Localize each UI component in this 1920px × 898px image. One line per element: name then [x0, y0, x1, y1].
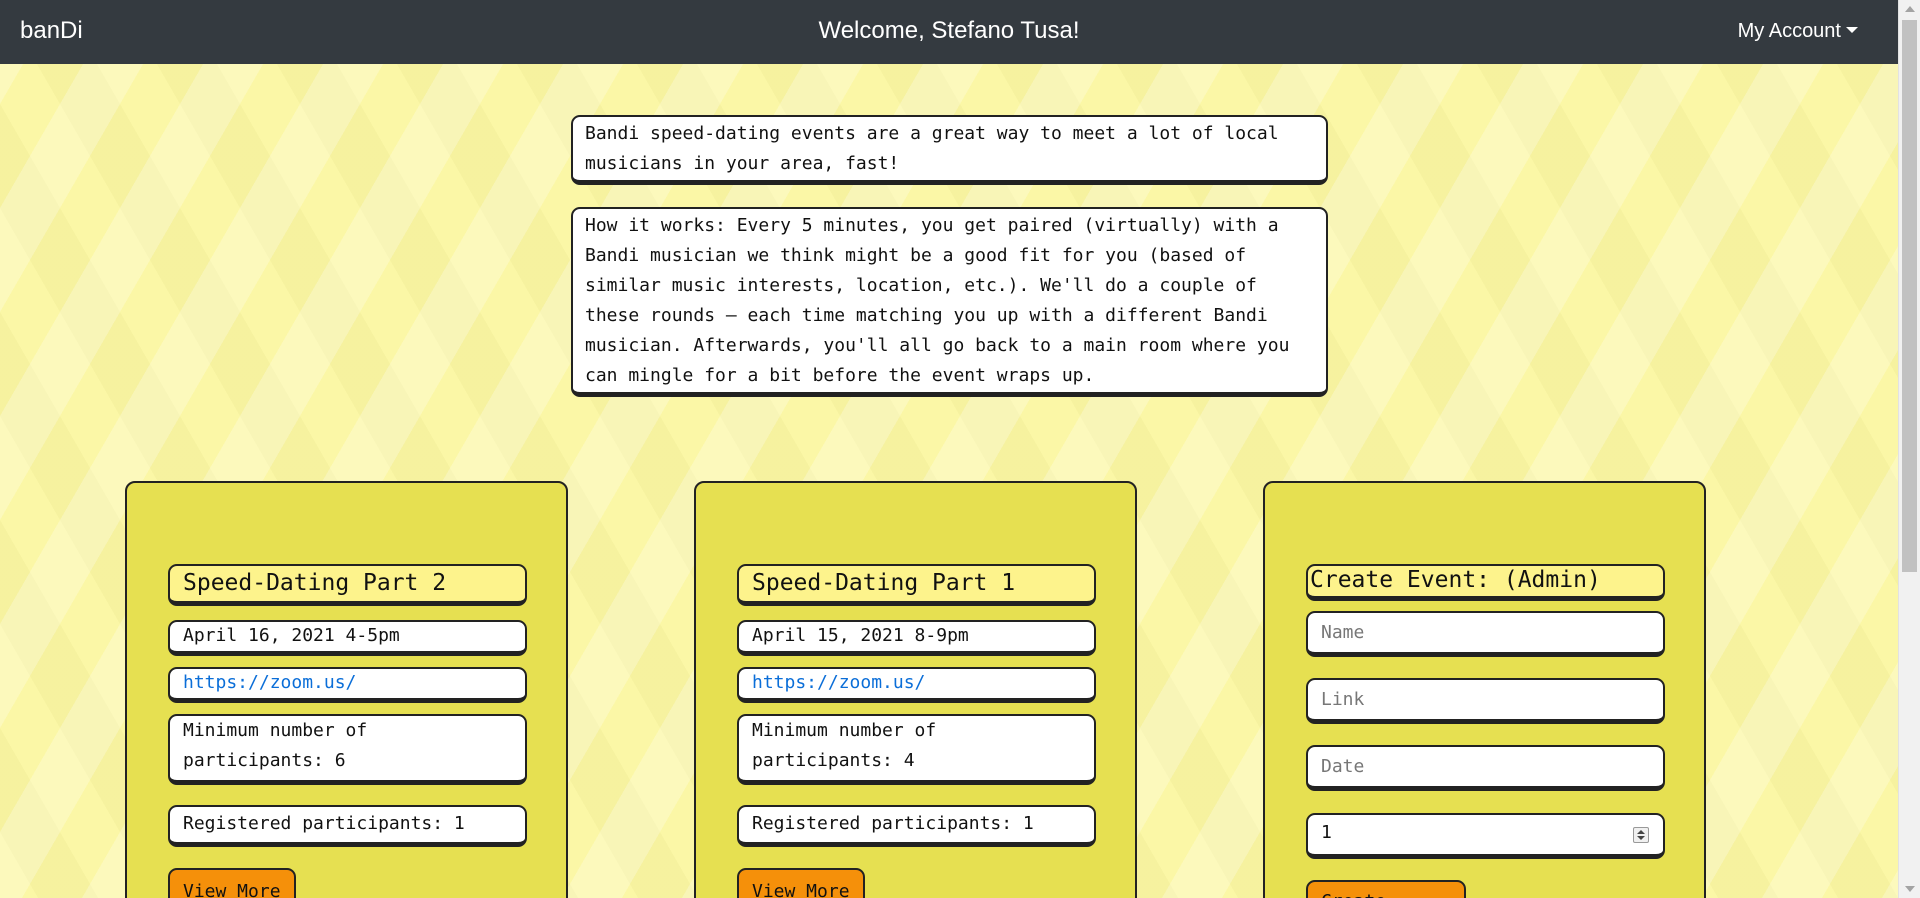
event-title: Speed-Dating Part 2 — [168, 564, 527, 606]
create-event-button[interactable]: Create Event — [1306, 880, 1466, 898]
event-min-participants: Minimum number of participants: 6 — [168, 714, 527, 785]
intro-text-box: Bandi speed-dating events are a great wa… — [571, 115, 1328, 185]
event-link-input[interactable] — [1306, 678, 1665, 724]
number-spinner[interactable] — [1633, 827, 1649, 843]
event-card: Speed-Dating Part 1 April 15, 2021 8-9pm… — [694, 481, 1137, 898]
spin-up-icon[interactable] — [1637, 830, 1645, 834]
event-date: April 16, 2021 4-5pm — [168, 620, 527, 656]
scroll-down-arrow-icon[interactable] — [1905, 886, 1915, 892]
caret-down-icon — [1846, 27, 1858, 33]
min-participants-number-input[interactable]: 1 — [1306, 813, 1665, 859]
event-registered-participants: Registered participants: 1 — [737, 805, 1096, 847]
spin-down-icon[interactable] — [1637, 836, 1645, 840]
event-date-input[interactable] — [1306, 745, 1665, 791]
event-title: Speed-Dating Part 1 — [737, 564, 1096, 606]
event-min-participants: Minimum number of participants: 4 — [737, 714, 1096, 785]
my-account-label: My Account — [1737, 20, 1841, 42]
navbar: banDi Welcome, Stefano Tusa! My Account — [0, 0, 1898, 64]
view-more-button[interactable]: View More — [737, 868, 865, 898]
welcome-message: Welcome, Stefano Tusa! — [818, 17, 1080, 44]
create-event-title: Create Event: (Admin) — [1306, 564, 1665, 601]
event-link[interactable]: https://zoom.us/ — [168, 667, 527, 703]
number-input-value: 1 — [1321, 822, 1332, 843]
event-date: April 15, 2021 8-9pm — [737, 620, 1096, 656]
vertical-scrollbar[interactable] — [1898, 0, 1920, 898]
scroll-up-arrow-icon[interactable] — [1905, 6, 1915, 12]
event-link[interactable]: https://zoom.us/ — [737, 667, 1096, 703]
view-more-button[interactable]: View More — [168, 868, 296, 898]
event-name-input[interactable] — [1306, 611, 1665, 657]
scrollbar-thumb[interactable] — [1902, 20, 1917, 572]
event-registered-participants: Registered participants: 1 — [168, 805, 527, 847]
event-card: Speed-Dating Part 2 April 16, 2021 4-5pm… — [125, 481, 568, 898]
create-event-card: Create Event: (Admin) 1 Create Event — [1263, 481, 1706, 898]
my-account-dropdown[interactable]: My Account — [1738, 20, 1858, 43]
how-it-works-text-box: How it works: Every 5 minutes, you get p… — [571, 207, 1328, 397]
